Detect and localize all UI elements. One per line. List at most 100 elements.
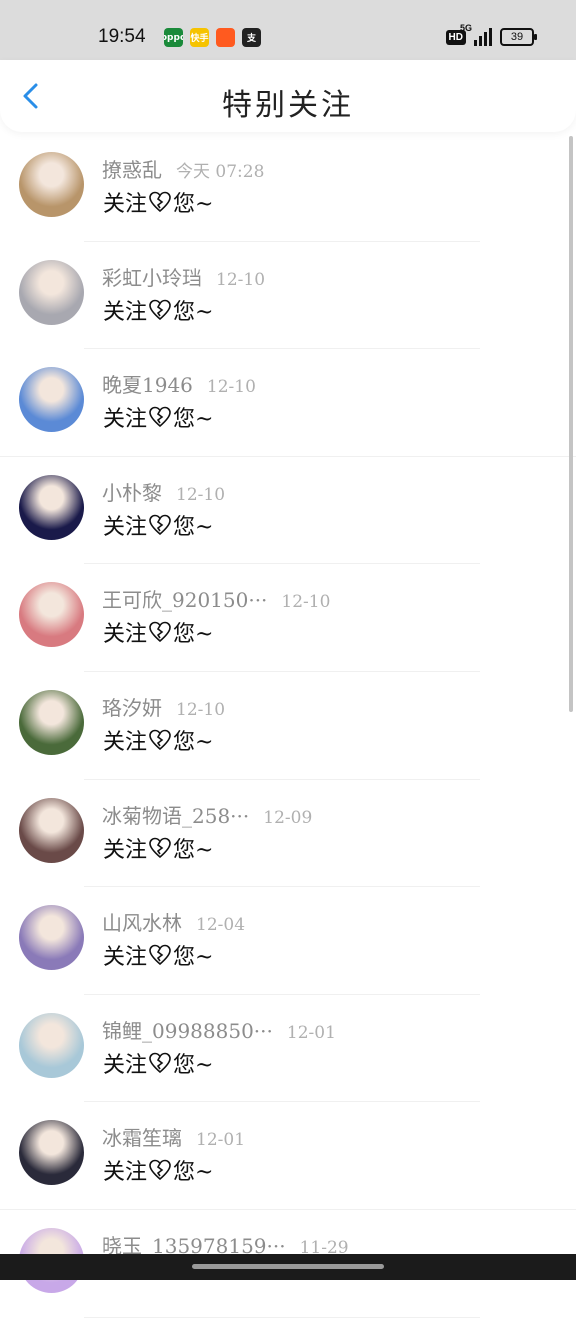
message-preview: 关注 您~ xyxy=(103,1047,213,1079)
list-item[interactable]: 小朴黎 12-10 关注 您~ xyxy=(0,457,576,565)
message-preview: 关注 您~ xyxy=(103,186,213,218)
timestamp: 12-01 xyxy=(286,1022,336,1043)
message-text: 关注 xyxy=(103,837,148,863)
list-item[interactable]: 撩惑乱 今天 07:28 关注 您~ xyxy=(0,134,576,242)
name-row: 小朴黎 12-10 xyxy=(102,477,225,506)
page-title: 特别关注 xyxy=(222,88,354,123)
message-preview: 关注 您~ xyxy=(103,724,213,756)
user-name: 珞汐妍 xyxy=(102,695,162,720)
user-name: 锦鲤_09988850··· xyxy=(102,1018,273,1043)
message-suffix: 您~ xyxy=(173,1052,214,1078)
list-item[interactable]: 山风水林 12-04 关注 您~ xyxy=(0,887,576,995)
scrollbar[interactable] xyxy=(569,136,573,712)
message-text: 关注 xyxy=(103,299,148,325)
message-suffix: 您~ xyxy=(173,407,214,433)
message-text: 关注 xyxy=(103,945,148,971)
notification-icons: oppo 快手 支 xyxy=(164,28,261,47)
divider xyxy=(84,1316,480,1318)
list-item[interactable]: 王可欣_920150··· 12-10 关注 您~ xyxy=(0,564,576,672)
timestamp: 12-09 xyxy=(263,807,313,828)
user-name: 撩惑乱 xyxy=(102,158,162,182)
message-suffix: 您~ xyxy=(173,945,214,971)
broken-heart-icon xyxy=(148,620,172,644)
broken-heart-icon xyxy=(148,1051,172,1075)
home-gesture-handle[interactable] xyxy=(192,1264,384,1269)
avatar[interactable] xyxy=(19,905,84,971)
user-name: 山风水林 xyxy=(102,911,182,936)
broken-heart-icon xyxy=(148,728,172,752)
user-name: 小朴黎 xyxy=(102,480,162,505)
message-suffix: 您~ xyxy=(173,514,214,540)
message-preview: 关注 您~ xyxy=(103,401,213,433)
user-name: 冰菊物语_258··· xyxy=(102,803,250,828)
timestamp: 12-10 xyxy=(206,377,256,398)
status-bar: 19:54 oppo 快手 支 HD 5G 39 xyxy=(0,0,576,60)
avatar[interactable] xyxy=(19,367,84,433)
message-preview: 关注 您~ xyxy=(103,939,213,971)
timestamp: 12-10 xyxy=(216,269,266,290)
avatar[interactable] xyxy=(19,689,84,755)
list-item[interactable]: 冰霜笙璃 12-01 关注 您~ xyxy=(0,1102,576,1210)
timestamp: 12-04 xyxy=(196,915,246,936)
timestamp: 今天 07:28 xyxy=(176,162,265,182)
message-text: 关注 xyxy=(103,1160,148,1186)
status-indicators: HD 5G 39 xyxy=(445,23,537,46)
avatar[interactable] xyxy=(19,259,84,325)
message-suffix: 您~ xyxy=(173,729,214,755)
avatar[interactable] xyxy=(19,1120,84,1186)
kuaishou-icon: 快手 xyxy=(190,28,209,47)
timestamp: 12-10 xyxy=(176,484,226,505)
broken-heart-icon xyxy=(148,405,172,429)
user-name: 冰霜笙璃 xyxy=(102,1126,182,1151)
message-preview: 关注 您~ xyxy=(103,1154,213,1186)
broken-heart-icon xyxy=(148,1158,172,1182)
alipay-icon: 支 xyxy=(242,28,261,47)
name-row: 冰霜笙璃 12-01 xyxy=(102,1122,245,1151)
message-text: 关注 xyxy=(103,407,148,433)
battery-icon: 39 xyxy=(500,28,537,46)
message-text: 关注 xyxy=(103,729,148,755)
broken-heart-icon xyxy=(148,943,172,967)
message-preview: 关注 您~ xyxy=(103,616,213,648)
avatar[interactable] xyxy=(19,152,84,217)
user-name: 王可欣_920150··· xyxy=(102,588,268,613)
message-preview: 关注 您~ xyxy=(103,509,213,541)
name-row: 晚夏1946 12-10 xyxy=(102,369,256,398)
message-suffix: 您~ xyxy=(173,622,214,648)
message-text: 关注 xyxy=(103,514,148,540)
broken-heart-icon xyxy=(148,836,172,860)
oppo-app-icon: oppo xyxy=(164,28,183,47)
message-suffix: 您~ xyxy=(173,1160,214,1186)
signal-icon: 5G xyxy=(460,23,492,46)
broken-heart-icon xyxy=(148,298,172,322)
name-row: 彩虹小玲珰 12-10 xyxy=(102,262,265,291)
status-time: 19:54 xyxy=(98,26,146,47)
list-item[interactable]: 锦鲤_09988850··· 12-01 关注 您~ xyxy=(0,995,576,1103)
list-item[interactable]: 晚夏1946 12-10 关注 您~ xyxy=(0,349,576,457)
avatar[interactable] xyxy=(19,582,84,648)
name-row: 冰菊物语_258··· 12-09 xyxy=(102,800,312,829)
avatar[interactable] xyxy=(19,797,84,863)
message-preview: 关注 您~ xyxy=(103,294,213,326)
timestamp: 12-10 xyxy=(176,699,226,720)
list-item[interactable]: 珞汐妍 12-10 关注 您~ xyxy=(0,672,576,780)
message-text: 关注 xyxy=(103,192,148,217)
network-label: 5G xyxy=(460,23,473,33)
avatar[interactable] xyxy=(19,1012,84,1078)
message-suffix: 您~ xyxy=(173,837,214,863)
broken-heart-icon xyxy=(148,513,172,537)
message-text: 关注 xyxy=(103,622,148,648)
follow-list: 撩惑乱 今天 07:28 关注 您~ 彩虹小玲珰 12-10 关注 您~ 晚夏1946 12-10… xyxy=(0,134,576,1318)
name-row: 撩惑乱 今天 07:28 xyxy=(102,154,264,183)
broken-heart-icon xyxy=(148,190,172,214)
list-item[interactable]: 彩虹小玲珰 12-10 关注 您~ xyxy=(0,242,576,350)
avatar[interactable] xyxy=(19,474,84,540)
name-row: 王可欣_920150··· 12-10 xyxy=(102,584,330,613)
timestamp: 12-10 xyxy=(281,592,331,613)
timestamp: 12-01 xyxy=(196,1130,246,1151)
list-item[interactable]: 冰菊物语_258··· 12-09 关注 您~ xyxy=(0,780,576,888)
name-row: 锦鲤_09988850··· 12-01 xyxy=(102,1015,336,1044)
user-name: 晚夏1946 xyxy=(102,373,193,398)
name-row: 山风水林 12-04 xyxy=(102,907,245,936)
message-suffix: 您~ xyxy=(173,192,214,217)
